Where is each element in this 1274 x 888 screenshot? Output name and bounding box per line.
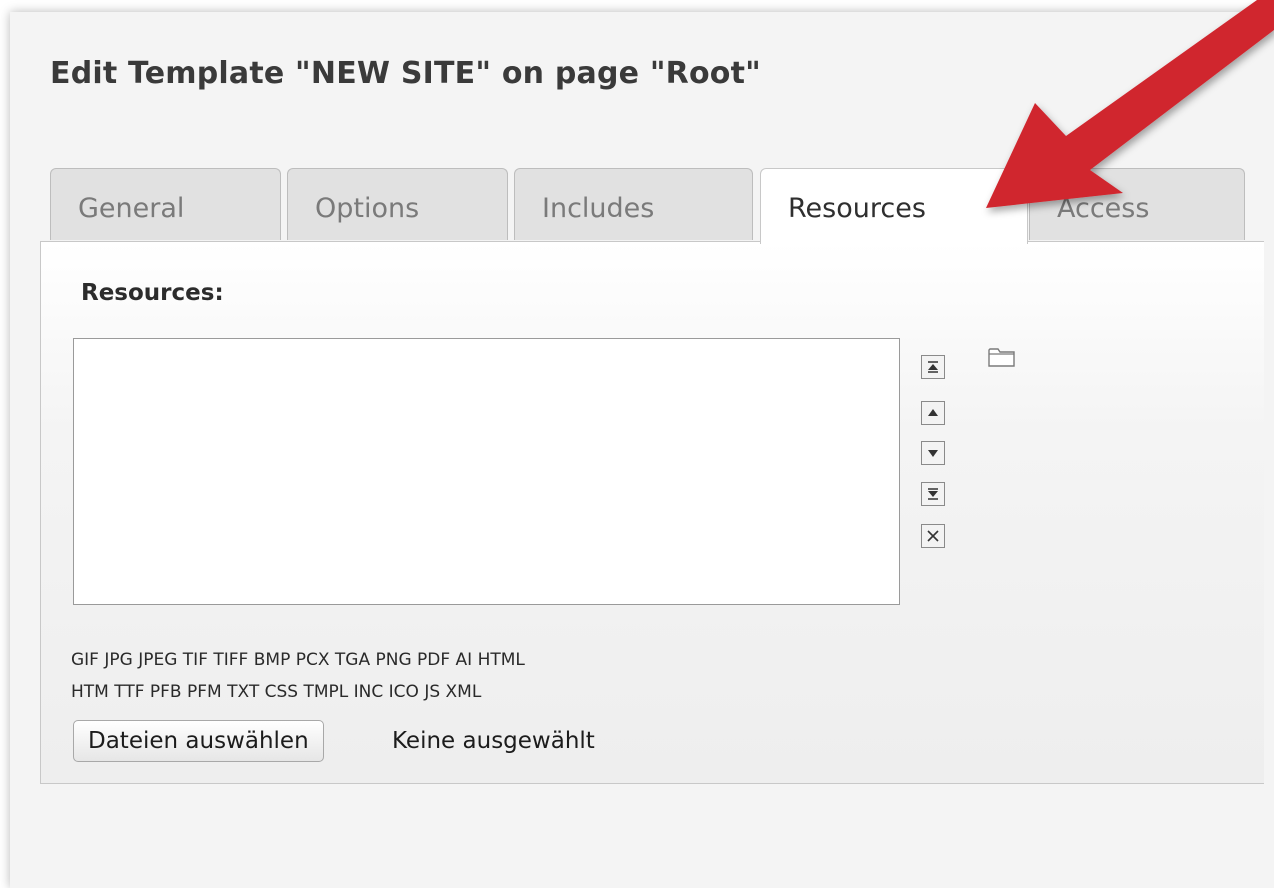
move-up-icon[interactable] <box>921 401 945 425</box>
tab-includes[interactable]: Includes <box>514 168 753 240</box>
resource-list-box[interactable] <box>73 338 900 605</box>
allowed-types-line-2: HTM TTF PFB PFM TXT CSS TMPL INC ICO JS … <box>71 682 482 702</box>
tab-options[interactable]: Options <box>287 168 508 240</box>
move-to-bottom-icon[interactable] <box>921 482 945 506</box>
remove-icon[interactable] <box>921 524 945 548</box>
resources-section-label: Resources: <box>81 280 224 306</box>
move-to-top-icon[interactable] <box>921 355 945 379</box>
tab-access[interactable]: Access <box>1029 168 1245 240</box>
page-title: Edit Template "NEW SITE" on page "Root" <box>50 56 761 91</box>
tab-resources[interactable]: Resources <box>760 168 1028 244</box>
choose-files-button[interactable]: Dateien auswählen <box>73 720 324 762</box>
allowed-file-types: GIF JPG JPEG TIF TIFF BMP PCX TGA PNG PD… <box>71 644 791 708</box>
move-down-icon[interactable] <box>921 441 945 465</box>
tab-general[interactable]: General <box>50 168 281 240</box>
allowed-types-line-1: GIF JPG JPEG TIF TIFF BMP PCX TGA PNG PD… <box>71 650 525 670</box>
file-selection-status: Keine ausgewählt <box>392 728 595 754</box>
folder-icon[interactable] <box>987 345 1017 374</box>
resources-panel: Resources: GIF JPG JPEG TIF TIFF BMP PCX… <box>40 241 1264 784</box>
